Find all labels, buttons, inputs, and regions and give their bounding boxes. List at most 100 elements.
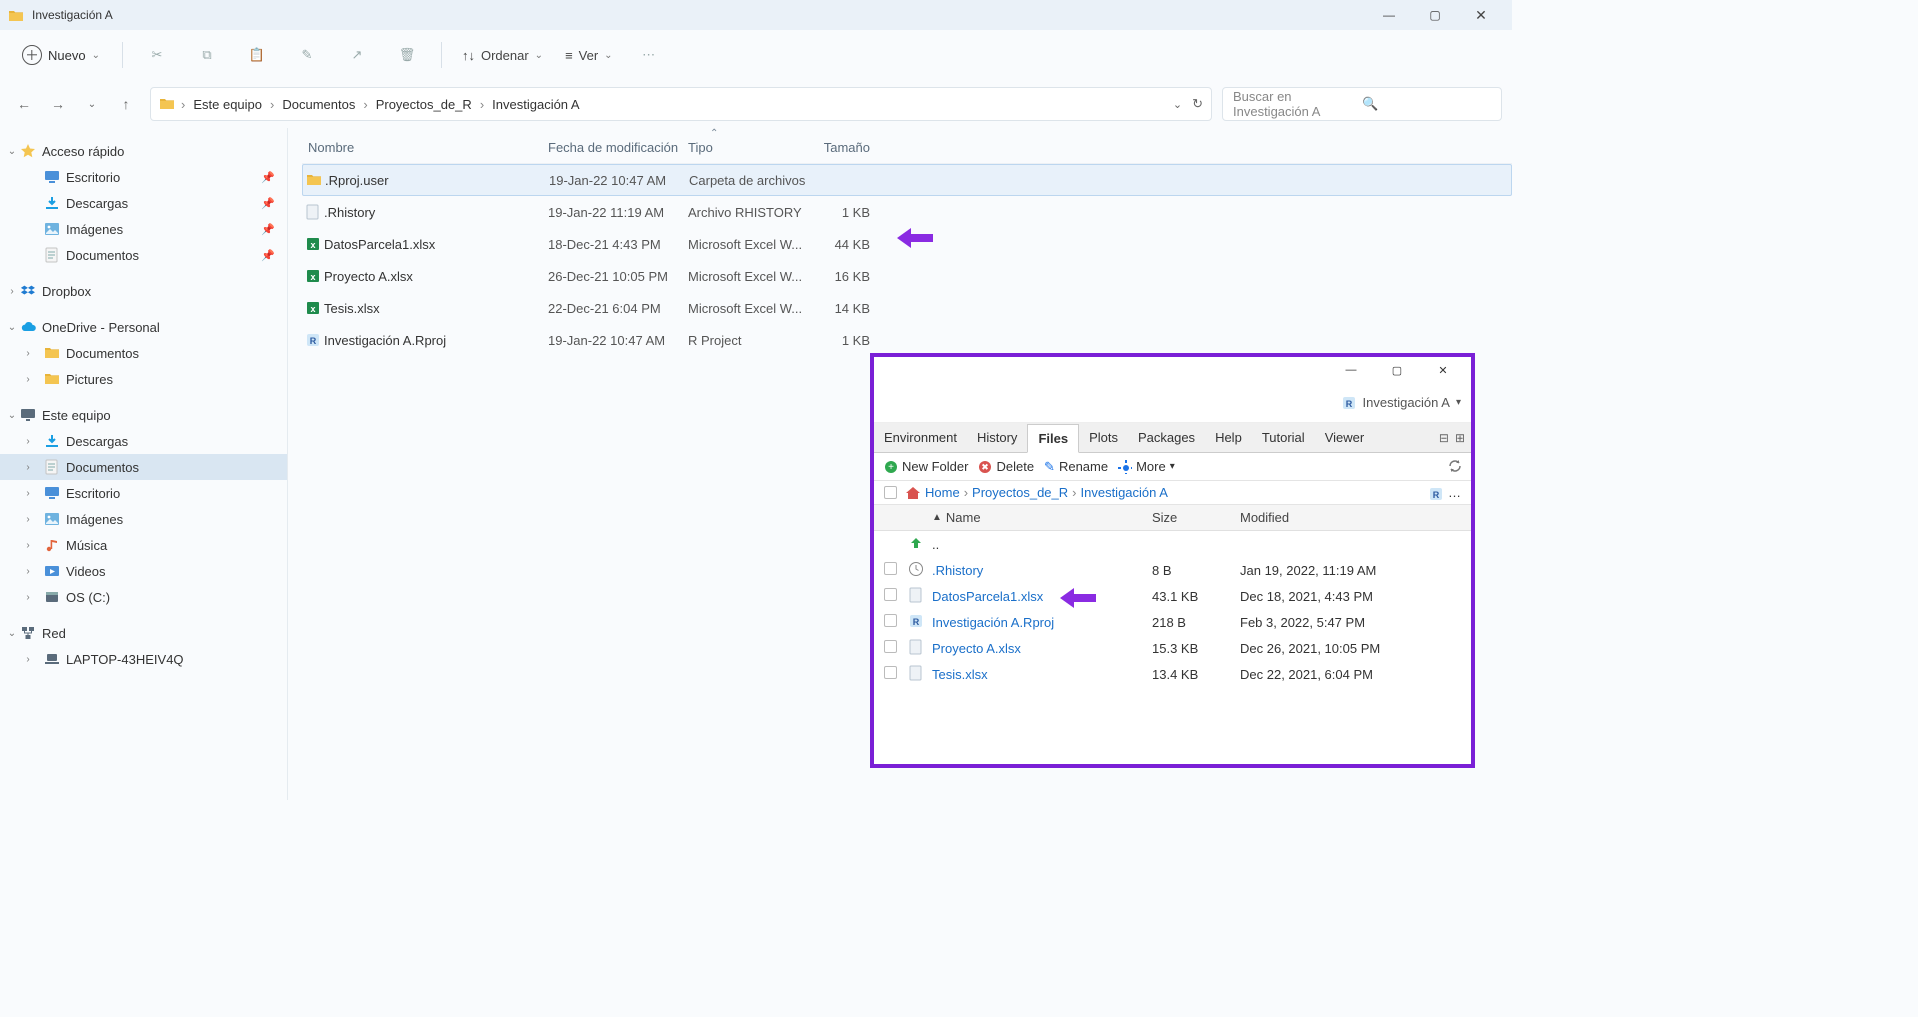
maximize-pane-icon[interactable]: ⊞ bbox=[1455, 431, 1465, 445]
file-row[interactable]: .Rhistory19-Jan-22 11:19 AMArchivo RHIST… bbox=[302, 196, 1512, 228]
chevron-right-icon[interactable]: › bbox=[22, 348, 34, 359]
sidebar-item-imagenes2[interactable]: ›Imágenes bbox=[0, 506, 287, 532]
minimize-button[interactable]: — bbox=[1366, 1, 1412, 29]
chevron-right-icon[interactable]: › bbox=[22, 566, 34, 577]
refresh-button[interactable] bbox=[1447, 458, 1461, 475]
sidebar-onedrive[interactable]: ⌄OneDrive - Personal bbox=[0, 314, 287, 340]
share-button[interactable]: ↗ bbox=[335, 38, 379, 72]
close-button[interactable]: ✕ bbox=[1421, 359, 1465, 381]
refresh-button[interactable]: ↻ bbox=[1192, 96, 1203, 112]
file-name[interactable]: .Rhistory bbox=[932, 563, 983, 578]
project-name[interactable]: Investigación A bbox=[1363, 395, 1450, 410]
crumb[interactable]: Proyectos_de_R bbox=[972, 485, 1068, 500]
file-name[interactable]: Proyecto A.xlsx bbox=[932, 641, 1021, 656]
parent-dir-row[interactable]: .. bbox=[874, 531, 1471, 557]
search-box[interactable]: Buscar en Investigación A 🔍 bbox=[1222, 87, 1502, 121]
view-dropdown[interactable]: ≡ Ver ⌄ bbox=[557, 44, 621, 67]
sidebar-dropbox[interactable]: ›Dropbox bbox=[0, 278, 287, 304]
file-row[interactable]: .Rproj.user19-Jan-22 10:47 AMCarpeta de … bbox=[302, 164, 1512, 196]
tab-viewer[interactable]: Viewer bbox=[1315, 424, 1375, 451]
crumb[interactable]: Investigación A bbox=[490, 97, 581, 112]
sidebar-network[interactable]: ⌄Red bbox=[0, 620, 287, 646]
file-row[interactable]: Tesis.xlsx22-Dec-21 6:04 PMMicrosoft Exc… bbox=[302, 292, 1512, 324]
row-checkbox[interactable] bbox=[884, 614, 897, 627]
row-checkbox[interactable] bbox=[884, 562, 897, 575]
sort-dropdown[interactable]: ↑↓ Ordenar ⌄ bbox=[454, 44, 551, 67]
sidebar-item-documentos[interactable]: Documentos📌 bbox=[0, 242, 287, 268]
sidebar-item-videos[interactable]: ›Videos bbox=[0, 558, 287, 584]
row-checkbox[interactable] bbox=[884, 588, 897, 601]
sidebar-item-onedrive-docs[interactable]: ›Documentos bbox=[0, 340, 287, 366]
tab-history[interactable]: History bbox=[967, 424, 1027, 451]
rstudio-file-row[interactable]: DatosParcela1.xlsx43.1 KBDec 18, 2021, 4… bbox=[874, 583, 1471, 609]
file-row[interactable]: Investigación A.Rproj19-Jan-22 10:47 AMR… bbox=[302, 324, 1512, 356]
rename-button[interactable]: ✎ bbox=[285, 38, 329, 72]
more-dropdown[interactable]: More▾ bbox=[1118, 459, 1175, 474]
chevron-down-icon[interactable]: ⌄ bbox=[1173, 98, 1182, 111]
rstudio-file-row[interactable]: Investigación A.Rproj218 BFeb 3, 2022, 5… bbox=[874, 609, 1471, 635]
rstudio-file-row[interactable]: Tesis.xlsx13.4 KBDec 22, 2021, 6:04 PM bbox=[874, 661, 1471, 687]
sidebar-item-descargas[interactable]: Descargas📌 bbox=[0, 190, 287, 216]
chevron-right-icon[interactable]: › bbox=[6, 286, 18, 297]
tab-help[interactable]: Help bbox=[1205, 424, 1252, 451]
tab-plots[interactable]: Plots bbox=[1079, 424, 1128, 451]
file-name[interactable]: Tesis.xlsx bbox=[932, 667, 988, 682]
sidebar-this-pc[interactable]: ⌄Este equipo bbox=[0, 402, 287, 428]
recent-button[interactable]: ⌄ bbox=[78, 90, 106, 118]
new-button[interactable]: Nuevo ⌄ bbox=[12, 41, 110, 69]
sidebar-item-escritorio[interactable]: Escritorio📌 bbox=[0, 164, 287, 190]
chevron-right-icon[interactable]: › bbox=[22, 462, 34, 473]
more-path-button[interactable]: … bbox=[1448, 485, 1461, 500]
up-button[interactable]: ↑ bbox=[112, 90, 140, 118]
chevron-right-icon[interactable]: › bbox=[22, 592, 34, 603]
more-button[interactable]: ⋯ bbox=[627, 38, 671, 72]
paste-button[interactable]: 📋 bbox=[235, 38, 279, 72]
file-row[interactable]: Proyecto A.xlsx26-Dec-21 10:05 PMMicroso… bbox=[302, 260, 1512, 292]
select-all-checkbox[interactable] bbox=[884, 486, 897, 499]
col-name[interactable]: Nombre bbox=[302, 140, 548, 155]
chevron-right-icon[interactable]: › bbox=[22, 654, 34, 665]
sidebar-item-musica[interactable]: ›Música bbox=[0, 532, 287, 558]
chevron-right-icon[interactable]: › bbox=[22, 436, 34, 447]
col-modified[interactable]: Modified bbox=[1240, 510, 1461, 525]
new-folder-button[interactable]: +New Folder bbox=[884, 459, 968, 474]
crumb[interactable]: Documentos bbox=[280, 97, 357, 112]
tab-tutorial[interactable]: Tutorial bbox=[1252, 424, 1315, 451]
close-button[interactable]: ✕ bbox=[1458, 1, 1504, 29]
chevron-down-icon[interactable]: ⌄ bbox=[6, 322, 18, 333]
col-size[interactable]: Tamaño bbox=[806, 140, 876, 155]
row-checkbox[interactable] bbox=[884, 666, 897, 679]
file-name[interactable]: DatosParcela1.xlsx bbox=[932, 589, 1043, 604]
chevron-right-icon[interactable]: › bbox=[22, 514, 34, 525]
tab-packages[interactable]: Packages bbox=[1128, 424, 1205, 451]
chevron-right-icon[interactable]: › bbox=[22, 540, 34, 551]
address-bar[interactable]: › Este equipo › Documentos › Proyectos_d… bbox=[150, 87, 1212, 121]
crumb[interactable]: Este equipo bbox=[191, 97, 264, 112]
chevron-right-icon[interactable]: › bbox=[22, 488, 34, 499]
chevron-down-icon[interactable]: ▾ bbox=[1456, 397, 1461, 408]
col-date[interactable]: Fecha de modificación bbox=[548, 140, 688, 155]
col-name[interactable]: ▲Name bbox=[932, 510, 1152, 525]
chevron-down-icon[interactable]: ⌄ bbox=[6, 410, 18, 421]
back-button[interactable]: ← bbox=[10, 90, 38, 118]
cut-button[interactable]: ✂ bbox=[135, 38, 179, 72]
sidebar-item-descargas2[interactable]: ›Descargas bbox=[0, 428, 287, 454]
sidebar-item-onedrive-pics[interactable]: ›Pictures bbox=[0, 366, 287, 392]
crumb[interactable]: Proyectos_de_R bbox=[374, 97, 474, 112]
col-size[interactable]: Size bbox=[1152, 510, 1240, 525]
maximize-button[interactable]: ▢ bbox=[1412, 1, 1458, 29]
minimize-button[interactable]: — bbox=[1329, 359, 1373, 381]
row-checkbox[interactable] bbox=[884, 640, 897, 653]
chevron-right-icon[interactable]: › bbox=[22, 374, 34, 385]
rename-button[interactable]: ✎Rename bbox=[1044, 459, 1108, 475]
rstudio-file-row[interactable]: Proyecto A.xlsx15.3 KBDec 26, 2021, 10:0… bbox=[874, 635, 1471, 661]
forward-button[interactable]: → bbox=[44, 90, 72, 118]
crumb[interactable]: Investigación A bbox=[1081, 485, 1168, 500]
sidebar-item-documentos2[interactable]: ›Documentos bbox=[0, 454, 287, 480]
chevron-down-icon[interactable]: ⌄ bbox=[6, 628, 18, 639]
minimize-pane-icon[interactable]: ⊟ bbox=[1439, 431, 1449, 445]
file-name[interactable]: Investigación A.Rproj bbox=[932, 615, 1054, 630]
maximize-button[interactable]: ▢ bbox=[1375, 359, 1419, 381]
col-type[interactable]: Tipo bbox=[688, 140, 806, 155]
sidebar-item-laptop[interactable]: ›LAPTOP-43HEIV4Q bbox=[0, 646, 287, 672]
